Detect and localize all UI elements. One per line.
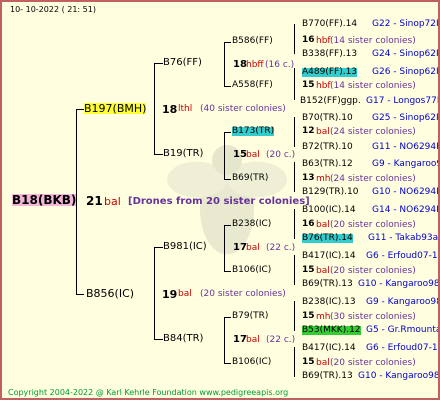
sds-race: bal [316,127,330,137]
sds-id[interactable]: B173(TR) [232,127,275,136]
ds-num: 17 [233,242,247,253]
dam-id[interactable]: B856(IC) [86,288,134,299]
root-note: [Drones from 20 sister colonies] [128,196,310,207]
dsd-note: (20 sister colonies) [330,266,416,276]
dam-num: 19 [162,288,178,301]
d2a-id[interactable]: B417(IC).14 [302,252,356,261]
sds-note: (24 sister colonies) [330,127,416,137]
ss-id[interactable]: B76(FF) [163,58,202,68]
ds-note: (22 c.) [266,243,296,253]
dds-id[interactable]: B79(TR) [232,312,268,321]
sds-num: 12 [302,126,315,136]
s3a-tag: G9 - Kangaroo98R [372,159,438,169]
dss-id[interactable]: B238(IC) [232,220,271,229]
d1b-tag: G11 - Takab93aR [368,233,440,243]
ssd-race: hbf [316,81,331,91]
sire-note: (40 sister colonies) [200,104,286,114]
dd-note: (22 c.) [266,335,296,345]
ssb-tag: G24 - Sinop62R [372,49,440,59]
d2a-tag: G6 - Erfoud07-1Q [366,251,440,261]
dd-id[interactable]: B84(TR) [163,334,203,344]
ssa-id[interactable]: B770(FF).14 [302,20,357,29]
sd-note: (20 c.) [266,150,296,160]
s3b-id[interactable]: B129(TR).10 [302,188,358,197]
sd-num: 15 [233,149,247,160]
s2b-id[interactable]: B72(TR).10 [302,143,353,152]
pedigree-chart: 10- 10-2022 ( 21: 51) B18(BKB) 21 bal [D… [0,0,440,400]
s2b-tag: G11 - NO6294R [372,142,440,152]
ds-race: bal [246,243,260,253]
sire-race: lthl [178,104,193,114]
sire-num: 18 [162,103,178,116]
sdd-race: mh [316,174,331,184]
sda-tag: G26 - Sinop62R [372,67,440,77]
sss-note: (14 sister colonies) [330,36,416,46]
ss-note: (16 c.) [265,60,295,70]
root-id[interactable]: B18(BKB) [12,194,77,206]
sdd-num: 13 [302,173,315,183]
sda-id[interactable]: A489(FF).13 [302,68,358,77]
ss-race: hbff [246,60,264,70]
dsd-num: 15 [302,265,315,275]
ssa-tag: G22 - Sinop72R [372,19,440,29]
ddd-id[interactable]: B106(IC) [232,358,271,367]
dss-race: bal [316,220,330,230]
d1a-tag: G14 - NO6294R [372,205,440,215]
dss-note: (20 sister colonies) [330,220,416,230]
ds-id[interactable]: B981(IC) [163,242,207,252]
ddd-num: 15 [302,357,315,367]
ss-num: 18 [233,59,247,70]
d4b-tag: G10 - Kangaroo98R [358,371,440,381]
d4b-id[interactable]: B69(TR).13 [302,372,353,381]
dsd-race: bal [316,266,330,276]
sdd-note: (24 sister colonies) [330,174,416,184]
dsd-id[interactable]: B106(IC) [232,266,271,275]
dds-note: (30 sister colonies) [330,312,416,322]
sss-num: 16 [302,35,315,45]
d3a-id[interactable]: B238(IC).13 [302,298,356,307]
s3a-id[interactable]: B63(TR).12 [302,160,353,169]
dds-race: mh [316,312,331,322]
dd-race: bal [246,335,260,345]
root-num: 21 [86,194,103,208]
ddd-race: bal [316,358,330,368]
sdb-tag: G17 - Longos77R [366,96,440,106]
sdb-id[interactable]: B152(FF)ggp. [300,97,361,106]
ddd-note: (20 sister colonies) [330,358,416,368]
d3b-id[interactable]: B53(MKK).12 [302,326,361,335]
sd-race: bal [246,150,260,160]
d4a-tag: G6 - Erfoud07-1Q [366,343,440,353]
d3b-tag: G5 - Gr.Rmounta [366,325,440,335]
timestamp: 10- 10-2022 ( 21: 51) [10,5,96,14]
sd-id[interactable]: B19(TR) [163,149,203,159]
dds-num: 15 [302,311,315,321]
s2a-id[interactable]: B70(TR).10 [302,114,353,123]
sss-id[interactable]: B586(FF) [232,37,273,46]
ssd-id[interactable]: A558(FF) [232,81,273,90]
dd-num: 17 [233,334,247,345]
s2a-tag: G25 - Sinop62R [372,113,440,123]
ssb-id[interactable]: B338(FF).13 [302,50,357,59]
footer-copyright: Copyright 2004-2022 @ Karl Kehrle Founda… [8,388,289,397]
d3a-tag: G9 - Kangaroo98R [366,297,440,307]
dam-note: (20 sister colonies) [200,289,286,299]
d1a-id[interactable]: B100(IC).14 [302,206,356,215]
d4a-id[interactable]: B417(IC).14 [302,344,356,353]
d1b-id[interactable]: B76(TR).14 [302,234,353,243]
dam-race: bal [178,289,192,299]
dss-num: 16 [302,219,315,229]
root-race: bal [104,195,121,208]
d2b-tag: G10 - Kangaroo98R [358,279,440,289]
ssd-note: (14 sister colonies) [330,81,416,91]
ssd-num: 15 [302,80,315,90]
sdd-id[interactable]: B69(TR) [232,174,268,183]
sss-race: hbf [316,36,331,46]
d2b-id[interactable]: B69(TR).13 [302,280,353,289]
s3b-tag: G10 - NO6294R [372,187,440,197]
sire-id[interactable]: B197(BMH) [84,103,147,114]
